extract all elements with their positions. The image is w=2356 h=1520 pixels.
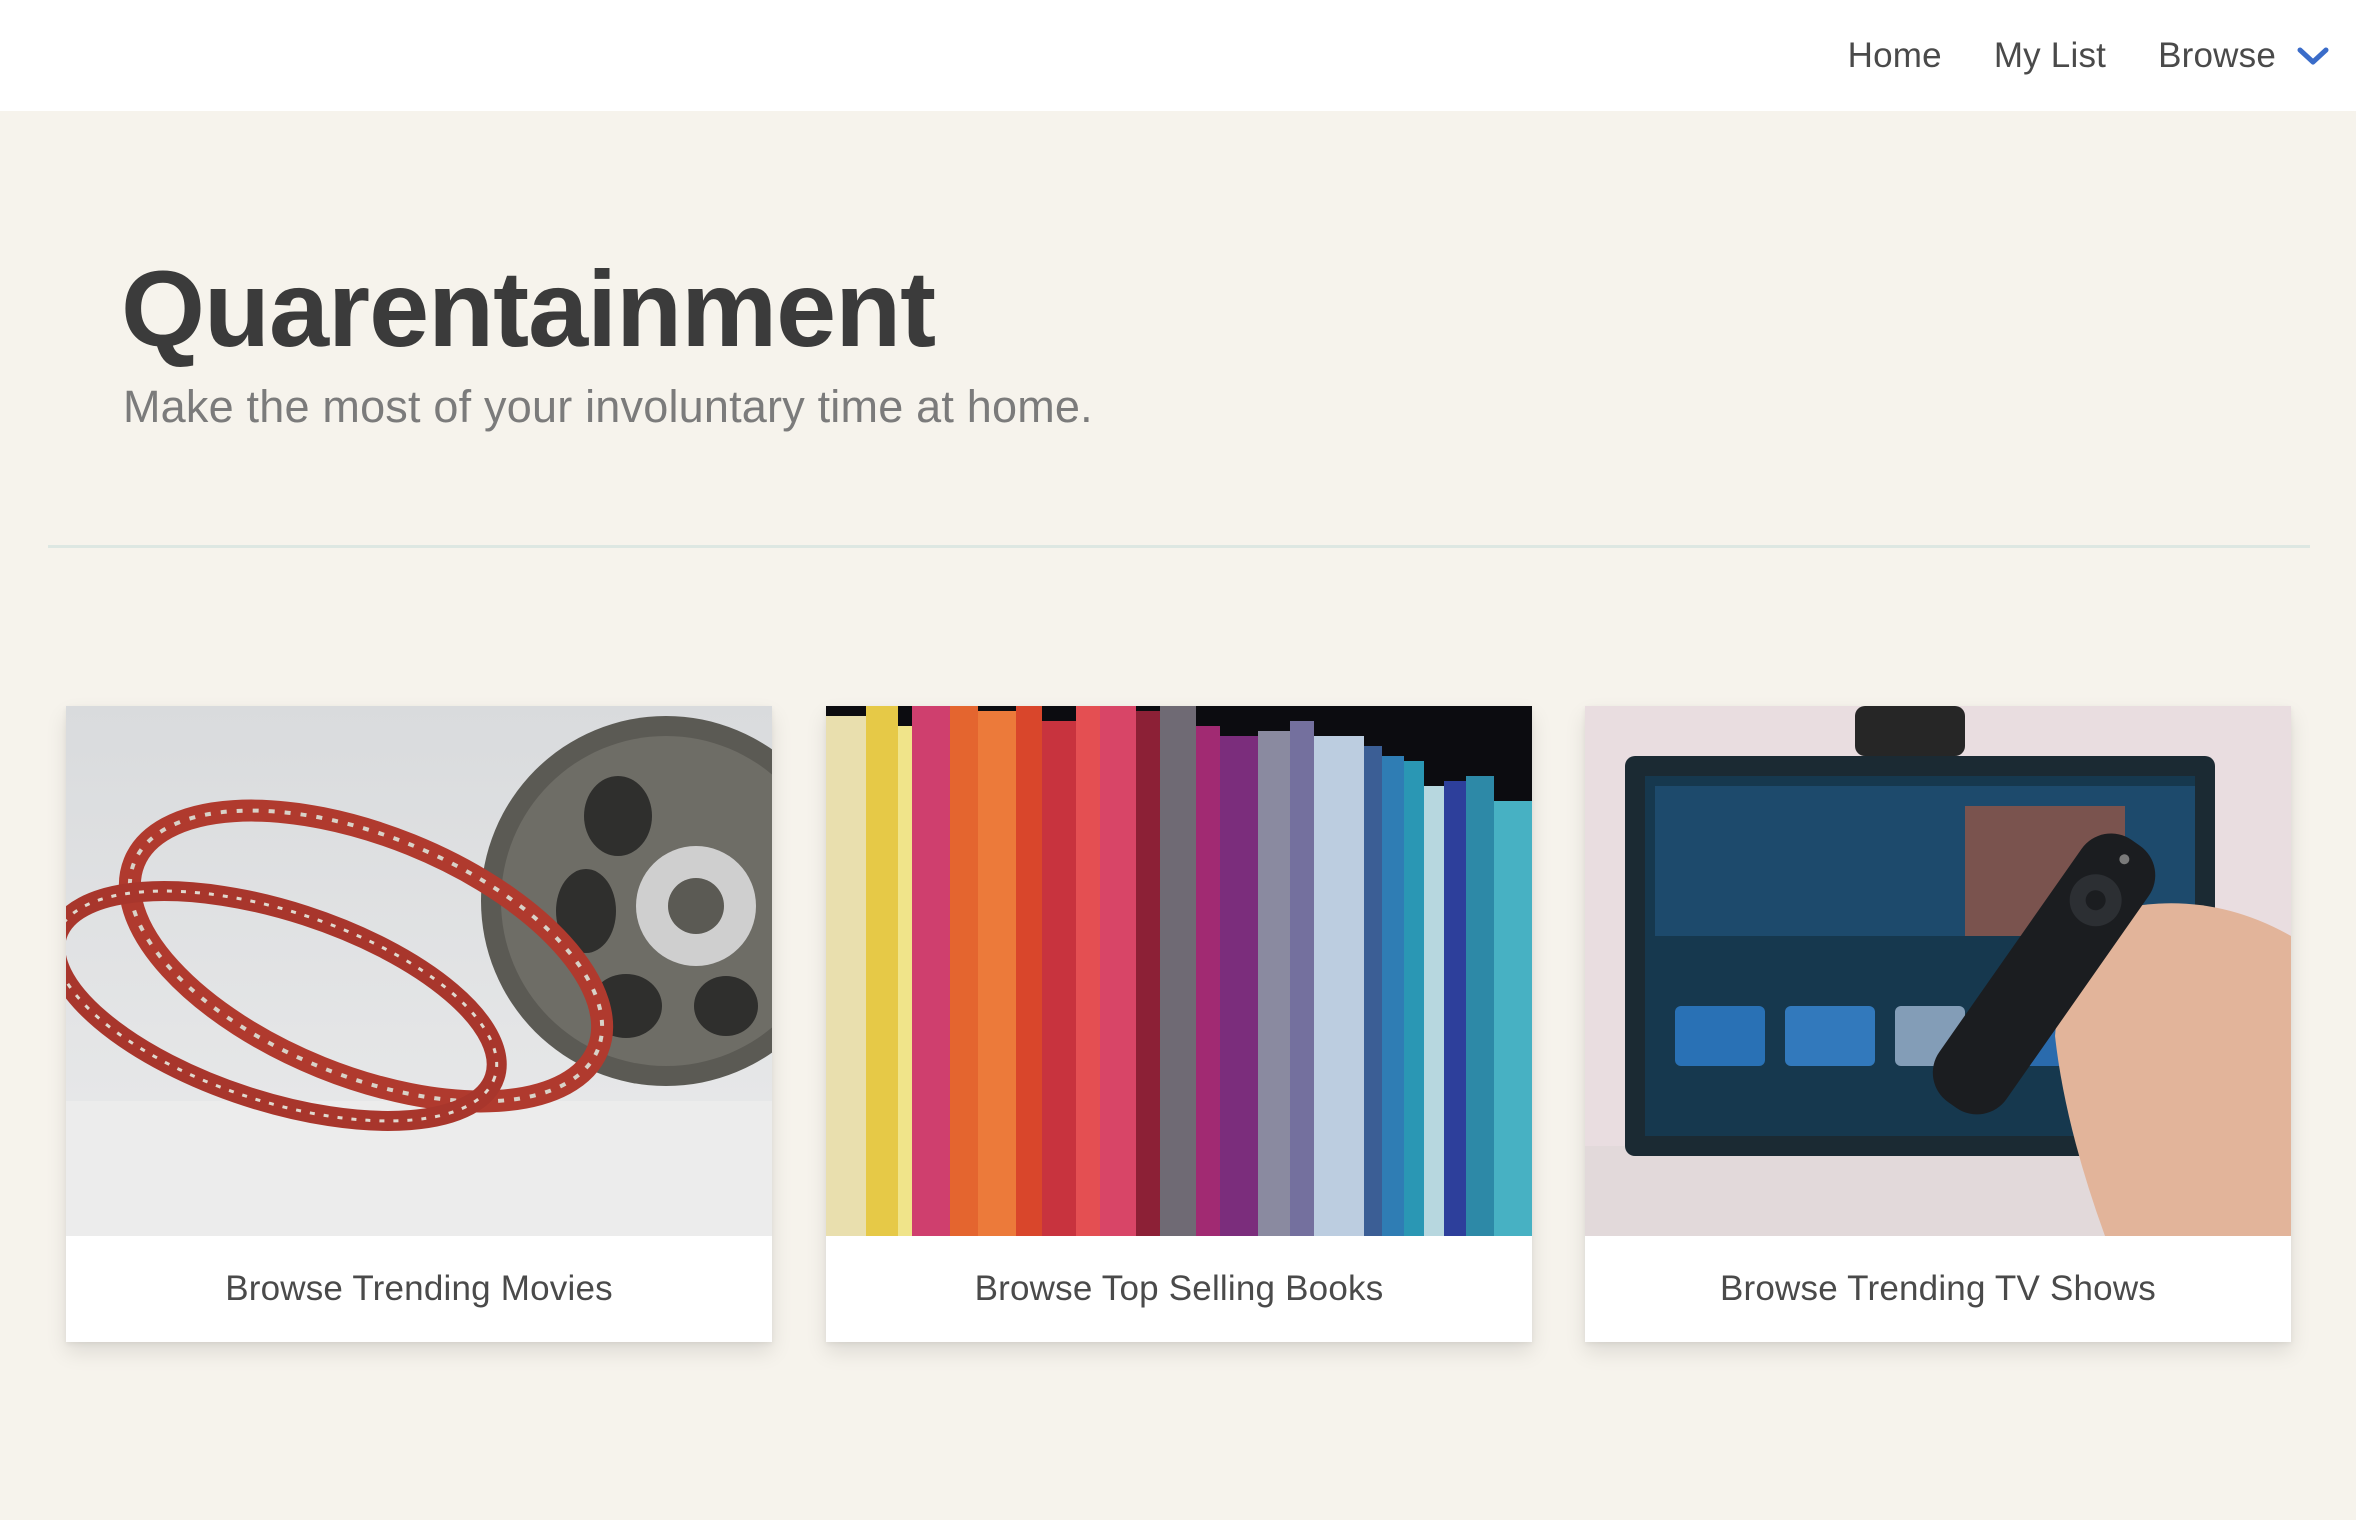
- card-label: Browse Top Selling Books: [974, 1269, 1384, 1308]
- nav-home-link[interactable]: Home: [1848, 36, 1942, 76]
- chevron-down-icon: [2297, 47, 2329, 64]
- card-trending-movies[interactable]: Browse Trending Movies: [66, 706, 772, 1342]
- card-label: Browse Trending TV Shows: [1719, 1269, 2157, 1308]
- nav-browse-label: Browse: [2158, 35, 2276, 75]
- nav-my-list-link[interactable]: My List: [1994, 36, 2106, 76]
- film-reel-image: [66, 706, 772, 1236]
- nav-browse-dropdown[interactable]: Browse: [2158, 36, 2330, 76]
- card-label: Browse Trending Movies: [225, 1269, 613, 1308]
- tv-remote-image: [1585, 706, 2291, 1236]
- section-divider: [48, 545, 2310, 548]
- top-navbar: Home My List Browse: [0, 0, 2356, 111]
- card-trending-tv-shows[interactable]: Browse Trending TV Shows: [1585, 706, 2291, 1342]
- bookshelf-image: [826, 706, 1532, 1236]
- page-subtitle: Make the most of your involuntary time a…: [123, 381, 1093, 432]
- nav-links: Home My List Browse: [1848, 0, 2330, 111]
- page-title: Quarentainment: [121, 248, 936, 369]
- card-top-selling-books[interactable]: Browse Top Selling Books: [826, 706, 1532, 1342]
